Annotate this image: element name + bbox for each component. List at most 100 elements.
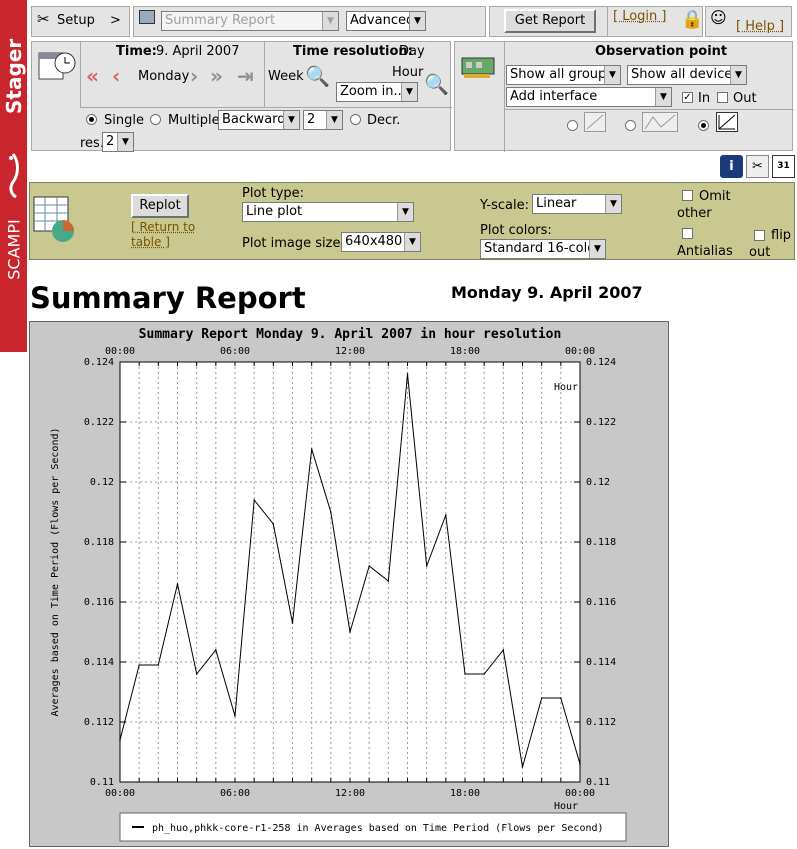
single-radio[interactable] bbox=[86, 114, 97, 125]
multiple-label: Multiple bbox=[168, 113, 220, 128]
brand-scampi: SCAMPI bbox=[4, 219, 24, 280]
day-label: Monday bbox=[138, 69, 190, 84]
resolution-label: Time resolution: bbox=[293, 44, 413, 59]
zoom-select[interactable]: Zoom in... ▼ bbox=[336, 82, 418, 102]
out-checkbox[interactable] bbox=[717, 92, 728, 103]
chevron-down-icon: ▼ bbox=[322, 12, 338, 30]
x-tick-label-bottom: 18:00 bbox=[450, 788, 480, 799]
image-size-select[interactable]: 640x480 ▼ bbox=[341, 232, 421, 252]
chevron-down-icon: ▼ bbox=[655, 88, 671, 106]
y-tick-label-right: 0.12 bbox=[586, 477, 610, 488]
setup-chevron: > bbox=[110, 13, 121, 28]
top-right-hour-label: Hour bbox=[554, 382, 578, 393]
y-tick-label-right: 0.116 bbox=[586, 597, 616, 608]
x-tick-label-bottom: 00:00 bbox=[565, 788, 595, 799]
spreadsheet-pie-icon bbox=[33, 193, 79, 243]
lock-icon: 🔒 bbox=[681, 9, 704, 30]
last-arrow-icon[interactable]: ⇥ bbox=[237, 66, 254, 86]
in-label: In bbox=[698, 91, 711, 106]
chevron-down-icon: ▼ bbox=[409, 12, 425, 30]
multiple-radio[interactable] bbox=[150, 114, 161, 125]
first-arrow-icon[interactable]: « bbox=[86, 66, 99, 86]
page-title: Summary Report bbox=[30, 281, 306, 315]
y-tick-label-right: 0.118 bbox=[586, 537, 616, 548]
y-tick-label-right: 0.112 bbox=[586, 717, 616, 728]
get-report-button[interactable]: Get Report bbox=[504, 9, 596, 33]
interface-select[interactable]: Add interface ▼ bbox=[506, 87, 672, 107]
login-link[interactable]: [ Login ] bbox=[613, 9, 666, 24]
decr-label: Decr. bbox=[367, 113, 401, 128]
y-tick-label-left: 0.114 bbox=[84, 657, 114, 668]
y-tick-label-right: 0.11 bbox=[586, 777, 610, 788]
decr-radio[interactable] bbox=[350, 114, 361, 125]
week-label: Week bbox=[268, 69, 304, 84]
report-date: Monday 9. April 2007 bbox=[451, 283, 643, 302]
prev-arrow-icon[interactable]: ‹ bbox=[112, 66, 120, 86]
in-checkbox[interactable]: ✓ bbox=[682, 92, 693, 103]
yscale-select[interactable]: Linear ▼ bbox=[532, 194, 622, 214]
chart-type-icon-3[interactable] bbox=[716, 112, 738, 132]
x-tick-label-top: 18:00 bbox=[450, 346, 480, 357]
scissors-icon[interactable]: ✂ bbox=[746, 155, 769, 178]
info-icon[interactable]: i bbox=[720, 155, 743, 178]
plot-type-select[interactable]: Line plot ▼ bbox=[242, 202, 414, 222]
chart-type-icon-2[interactable] bbox=[642, 112, 678, 132]
legend-entry: ph_huo,phkk-core-r1-258 in Averages base… bbox=[152, 823, 604, 834]
calendar-icon[interactable]: 31 bbox=[772, 155, 795, 178]
fast-forward-icon[interactable]: » bbox=[210, 66, 223, 86]
mode-select[interactable]: Advanced ▼ bbox=[346, 11, 426, 31]
zoom-out-icon[interactable]: 🔍 bbox=[305, 64, 330, 88]
x-tick-label-bottom: 00:00 bbox=[105, 788, 135, 799]
groups-select[interactable]: Show all groups ▼ bbox=[506, 65, 621, 85]
yscale-label: Y-scale: bbox=[480, 198, 529, 213]
setup-box[interactable]: ✂ Setup > bbox=[31, 6, 130, 37]
plot-options-panel: Replot [ Return to table ] Plot type: Li… bbox=[29, 182, 795, 260]
chevron-down-icon: ▼ bbox=[589, 240, 605, 258]
view-radio-2[interactable] bbox=[625, 120, 636, 131]
chevron-down-icon: ▼ bbox=[401, 83, 417, 101]
view-radio-1[interactable] bbox=[567, 120, 578, 131]
view-radio-3[interactable] bbox=[698, 120, 709, 131]
network-card-icon bbox=[460, 54, 496, 80]
x-tick-label-bottom: 12:00 bbox=[335, 788, 365, 799]
y-tick-label-right: 0.124 bbox=[586, 357, 616, 368]
x-tick-label-bottom: 06:00 bbox=[220, 788, 250, 799]
res-label: res. bbox=[80, 136, 104, 151]
chevron-down-icon: ▼ bbox=[604, 66, 620, 84]
devices-select[interactable]: Show all devices ▼ bbox=[627, 65, 747, 85]
replot-button[interactable]: Replot bbox=[131, 194, 189, 218]
x-tick-label-top: 00:00 bbox=[565, 346, 595, 357]
chevron-down-icon: ▼ bbox=[283, 111, 299, 129]
observation-title: Observation point bbox=[595, 44, 728, 59]
chart-frame: Summary Report Monday 9. April 2007 in h… bbox=[29, 321, 669, 847]
report-icon bbox=[139, 10, 155, 24]
chart-title: Summary Report Monday 9. April 2007 in h… bbox=[139, 327, 562, 342]
plot-type-label: Plot type: bbox=[242, 186, 305, 201]
plot-colors-select[interactable]: Standard 16-color ▼ bbox=[480, 239, 606, 259]
out-label: Out bbox=[733, 91, 757, 106]
calendar-clock-icon bbox=[37, 47, 77, 87]
y-tick-label-left: 0.12 bbox=[90, 477, 114, 488]
brand-sidebar: Stager SCAMPI bbox=[0, 0, 27, 352]
antialias-label: Antialias bbox=[677, 244, 733, 259]
return-to-table-link[interactable]: [ Return to table ] bbox=[131, 220, 221, 250]
direction-select[interactable]: Backward ▼ bbox=[218, 110, 300, 130]
chevron-down-icon: ▼ bbox=[397, 203, 413, 221]
antialias-checkbox[interactable] bbox=[682, 228, 693, 239]
zoom-in-icon[interactable]: 🔍 bbox=[424, 72, 449, 96]
plot-colors-label: Plot colors: bbox=[480, 223, 552, 238]
res-select[interactable]: 2 ▼ bbox=[102, 132, 134, 152]
count-select[interactable]: 2 ▼ bbox=[303, 110, 343, 130]
shrimp-icon bbox=[3, 150, 23, 200]
get-report-box: Get Report bbox=[489, 6, 609, 37]
next-arrow-icon[interactable]: › bbox=[190, 66, 198, 86]
chevron-down-icon: ▼ bbox=[404, 233, 420, 251]
chevron-down-icon: ▼ bbox=[117, 133, 133, 151]
image-size-label: Plot image size: bbox=[242, 236, 345, 251]
report-box: Summary Report ▼ Advanced ▼ bbox=[133, 6, 486, 37]
line-chart: Summary Report Monday 9. April 2007 in h… bbox=[50, 327, 627, 842]
y-tick-label-right: 0.122 bbox=[586, 417, 616, 428]
chart-type-icon-1[interactable] bbox=[584, 112, 606, 132]
help-link[interactable]: [ Help ] bbox=[736, 19, 784, 34]
report-select[interactable]: Summary Report ▼ bbox=[161, 11, 339, 31]
